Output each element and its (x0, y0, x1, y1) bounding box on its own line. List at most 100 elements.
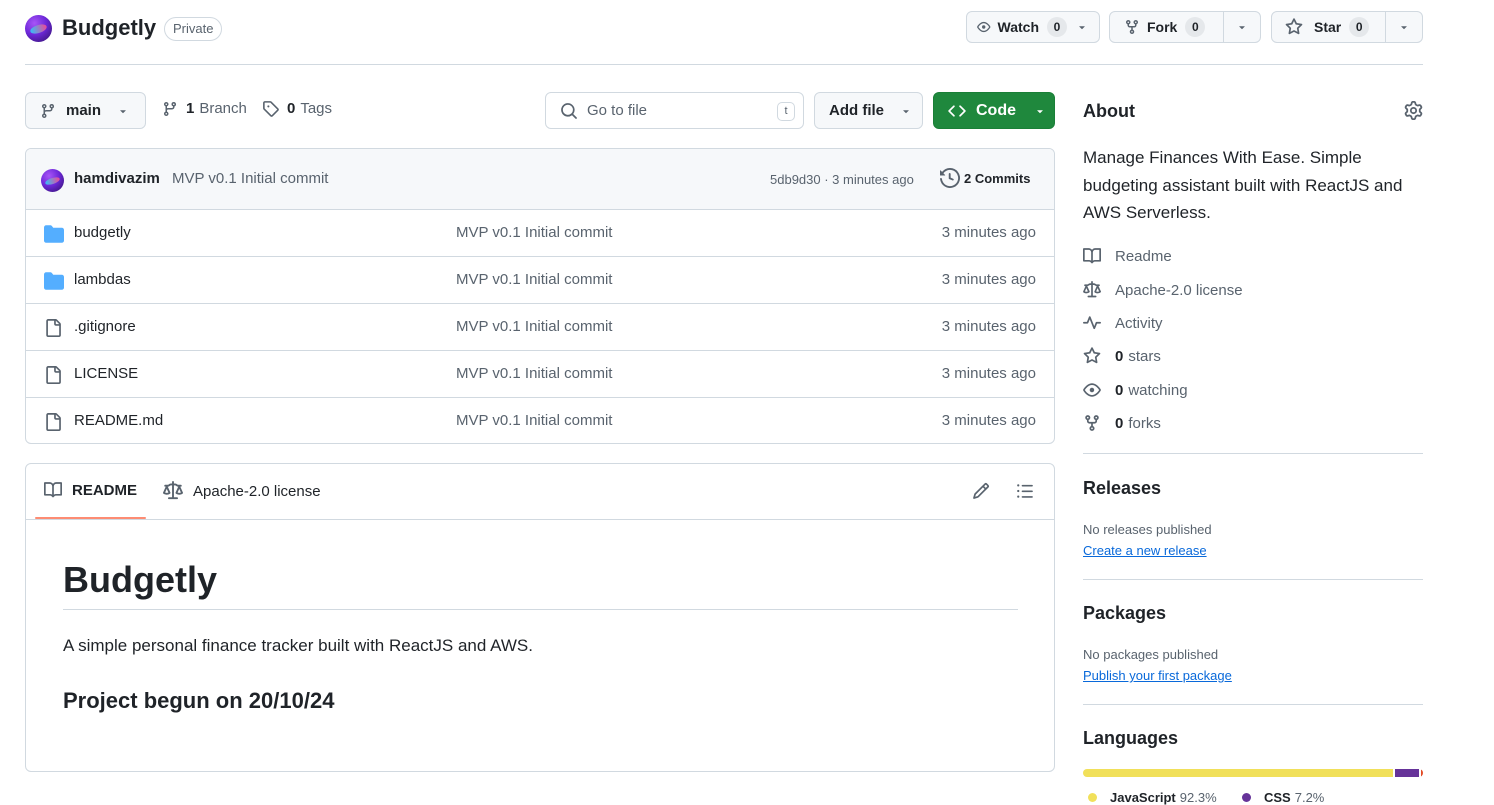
branch-name: main (66, 102, 102, 119)
star-icon (1285, 18, 1303, 35)
language-css[interactable]: CSS 7.2% (1242, 790, 1324, 805)
gear-icon (1404, 101, 1423, 120)
watching-link[interactable]: 0 watching (1083, 381, 1188, 399)
commits-count: 2 Commits (964, 170, 1031, 186)
language-javascript[interactable]: JavaScript 92.3% (1088, 790, 1217, 805)
forks-count: 0 (1115, 414, 1124, 432)
language-name: CSS (1264, 790, 1291, 805)
avatar[interactable] (41, 169, 64, 192)
star-count: 0 (1349, 17, 1370, 37)
commits-link[interactable]: 2 Commits (940, 168, 1030, 188)
languages-title: Languages (1083, 728, 1179, 748)
eye-icon (1083, 383, 1101, 397)
fork-dropdown[interactable] (1222, 12, 1260, 42)
code-icon (948, 104, 966, 117)
language-percent: 7.2% (1294, 790, 1325, 805)
file-time: 3 minutes ago (941, 224, 1036, 241)
file-name[interactable]: lambdas (74, 271, 131, 288)
packages-title[interactable]: Packages (1083, 603, 1423, 624)
visibility-badge: Private (164, 17, 223, 41)
create-release-link[interactable]: Create a new release (1083, 543, 1207, 558)
file-time: 3 minutes ago (941, 412, 1036, 429)
tab-readme[interactable]: README (44, 481, 137, 499)
file-commit-message[interactable]: MVP v0.1 Initial commit (456, 365, 612, 382)
readme-subheading: Project begun on 20/10/24 (63, 688, 335, 713)
language-bar-segment (1395, 769, 1420, 777)
star-dropdown[interactable] (1384, 12, 1422, 42)
repo-forked-icon (1126, 20, 1138, 35)
book-icon (44, 482, 62, 498)
publish-package-link[interactable]: Publish your first package (1083, 668, 1232, 683)
file-time: 3 minutes ago (941, 365, 1036, 382)
go-to-file-placeholder: Go to file (587, 102, 648, 119)
packages-empty: No packages published (1083, 647, 1219, 662)
tab-license[interactable]: Apache-2.0 license (163, 481, 321, 501)
table-row[interactable]: .gitignore MVP v0.1 Initial commit 3 min… (26, 304, 1054, 351)
file-commit-message[interactable]: MVP v0.1 Initial commit (456, 318, 612, 335)
tag-icon (263, 101, 279, 117)
go-to-file-input[interactable]: Go to file t (545, 92, 804, 129)
triangle-down-icon (903, 109, 909, 113)
triangle-down-icon (1401, 26, 1407, 30)
file-name[interactable]: .gitignore (74, 318, 136, 335)
readme-panel: README Apache-2.0 license Budgetly A sim… (25, 463, 1055, 772)
watching-label: watching (1128, 381, 1188, 399)
fork-count: 0 (1185, 17, 1206, 37)
branches-label: Branch (199, 100, 247, 117)
table-row[interactable]: budgetly MVP v0.1 Initial commit 3 minut… (26, 210, 1054, 257)
file-name[interactable]: README.md (74, 412, 163, 429)
outline-button[interactable] (1016, 482, 1034, 500)
edit-about-button[interactable] (1404, 101, 1423, 120)
about-title: About (1083, 101, 1135, 121)
git-branch-icon (163, 101, 176, 116)
edit-readme-button[interactable] (972, 482, 990, 500)
activity-link[interactable]: Activity (1083, 314, 1163, 332)
tags-link[interactable]: 0 Tags (262, 100, 332, 117)
tags-label: Tags (300, 100, 333, 117)
license-link[interactable]: Apache-2.0 license (1083, 281, 1243, 299)
watch-button[interactable]: Watch 0 (966, 11, 1100, 43)
repo-avatar[interactable] (25, 15, 52, 42)
active-tab-indicator (35, 517, 146, 519)
file-name[interactable]: budgetly (74, 224, 131, 241)
triangle-down-icon (1037, 109, 1043, 113)
file-commit-message[interactable]: MVP v0.1 Initial commit (456, 412, 612, 429)
language-dot (1242, 793, 1251, 802)
repo-name[interactable]: Budgetly (62, 15, 156, 41)
language-percent: 92.3% (1179, 790, 1217, 805)
readme-paragraph: A simple personal finance tracker built … (63, 636, 533, 655)
file-commit-message[interactable]: MVP v0.1 Initial commit (456, 224, 612, 241)
table-row[interactable]: LICENSE MVP v0.1 Initial commit 3 minute… (26, 351, 1054, 398)
branches-link[interactable]: 1 Branch (162, 100, 247, 117)
language-name: JavaScript (1110, 790, 1176, 805)
repo-header: Budgetly Private Watch 0 Fork 0 Star 0 (25, 10, 1423, 65)
forks-link[interactable]: 0 forks (1083, 414, 1161, 432)
repo-forked-icon (1085, 415, 1099, 431)
watch-dropdown[interactable] (1067, 12, 1097, 42)
table-row[interactable]: README.md MVP v0.1 Initial commit 3 minu… (26, 398, 1054, 443)
folder-icon (44, 272, 64, 290)
commit-sha-time[interactable]: 5db9d30 · 3 minutes ago (770, 172, 914, 187)
fork-label: Fork (1147, 19, 1178, 35)
table-row[interactable]: lambdas MVP v0.1 Initial commit 3 minute… (26, 257, 1054, 304)
readme-link[interactable]: Readme (1083, 247, 1172, 265)
readme-title: Budgetly (63, 559, 1018, 610)
releases-title[interactable]: Releases (1083, 478, 1423, 499)
file-commit-message[interactable]: MVP v0.1 Initial commit (456, 271, 612, 288)
fork-button[interactable]: Fork 0 (1109, 11, 1261, 43)
stars-link[interactable]: 0 stars (1083, 347, 1161, 365)
law-icon (163, 481, 183, 500)
commit-message[interactable]: MVP v0.1 Initial commit (172, 170, 328, 187)
add-file-button[interactable]: Add file (814, 92, 923, 129)
branch-selector[interactable]: main (25, 92, 146, 129)
list-unordered-icon (1017, 484, 1033, 498)
stars-label: stars (1128, 347, 1161, 365)
history-icon (940, 168, 960, 188)
commit-author[interactable]: hamdivazim (74, 170, 160, 187)
star-button[interactable]: Star 0 (1271, 11, 1423, 43)
watching-count: 0 (1115, 381, 1124, 399)
code-button[interactable]: Code (933, 92, 1055, 129)
branches-count: 1 (186, 100, 195, 117)
star-label: Star (1314, 19, 1342, 35)
file-name[interactable]: LICENSE (74, 365, 138, 382)
